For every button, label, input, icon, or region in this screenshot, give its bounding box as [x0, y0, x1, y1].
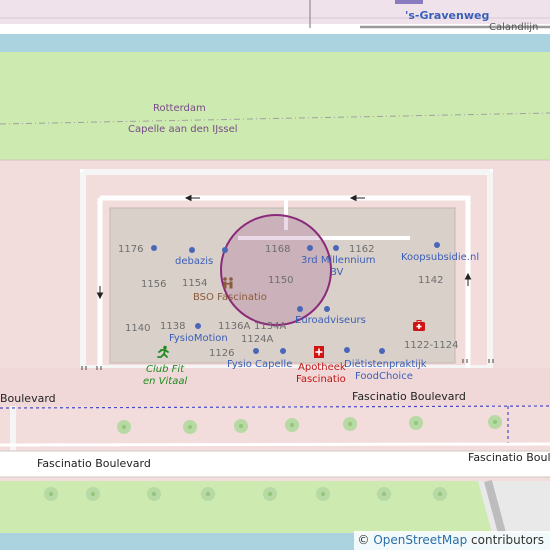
- tree: [263, 487, 277, 501]
- childcare-icon[interactable]: [221, 276, 235, 290]
- poi-label-en-vitaal[interactable]: en Vitaal: [143, 376, 187, 388]
- boundary-label-south: Capelle aan den IJssel: [128, 124, 238, 135]
- house-number: 1140: [125, 323, 151, 334]
- top-street: [0, 24, 550, 34]
- boundary-label-north: Rotterdam: [153, 103, 206, 114]
- house-number: 1150: [268, 275, 294, 286]
- poi-dot[interactable]: [151, 245, 157, 251]
- tree: [316, 487, 330, 501]
- tree: [201, 487, 215, 501]
- house-number: 1176: [118, 244, 144, 255]
- poi-dot[interactable]: [195, 323, 201, 329]
- poi-label-3rd-millennium[interactable]: 3rd Millennium: [301, 255, 375, 267]
- tree: [285, 418, 299, 432]
- poi-label-apotheek[interactable]: Apotheek: [298, 362, 346, 374]
- pharmacy-icon[interactable]: [312, 345, 326, 359]
- road-label-left: Fascinatio Boulevard: [37, 457, 151, 470]
- waterway-label: Calandlijn: [489, 22, 539, 33]
- top-street-label: 's-Gravenweg: [405, 9, 490, 22]
- poi-label-fysiomotion[interactable]: FysioMotion: [169, 333, 228, 345]
- attribution-link[interactable]: OpenStreetMap: [373, 533, 467, 547]
- tree: [147, 487, 161, 501]
- house-number: 1154: [182, 278, 208, 289]
- poi-dot[interactable]: [379, 348, 385, 354]
- tree: [377, 487, 391, 501]
- poi-label-club-fit[interactable]: Club Fit: [146, 364, 184, 376]
- poi-dot[interactable]: [434, 242, 440, 248]
- poi-label-bso-fascinatio[interactable]: BSO Fascinatio: [193, 292, 267, 304]
- copyright-symbol: ©: [357, 533, 370, 547]
- tree: [343, 417, 357, 431]
- poi-label-fysio-capelle[interactable]: Fysio Capelle: [227, 359, 292, 371]
- attribution-suffix: contributors: [467, 533, 544, 547]
- map-attribution: © OpenStreetMap contributors: [353, 531, 550, 550]
- tree: [117, 420, 131, 434]
- poi-dot[interactable]: [253, 348, 259, 354]
- tree: [86, 487, 100, 501]
- house-number: 1124A: [241, 334, 274, 345]
- tree: [183, 420, 197, 434]
- poi-label-debazis[interactable]: debazis: [175, 256, 213, 268]
- house-number: 1134A: [254, 321, 287, 332]
- poi-dot[interactable]: [307, 245, 313, 251]
- house-number: 1142: [418, 275, 444, 286]
- grass-band: [0, 52, 550, 160]
- house-number: 1136A: [218, 321, 251, 332]
- canal: [0, 34, 550, 52]
- house-number: 1156: [141, 279, 167, 290]
- poi-label-foodchoice[interactable]: FoodChoice: [355, 371, 413, 383]
- poi-label-dietistenpraktijk[interactable]: Diëtistenpraktijk: [344, 359, 427, 371]
- street-label-center: Fascinatio Boulevard: [352, 390, 466, 403]
- road-label-right: Fascinatio Boul: [468, 451, 550, 464]
- poi-dot[interactable]: [222, 247, 228, 253]
- map-canvas[interactable]: 's-Gravenweg Calandlijn Rotterdam Capell…: [0, 0, 550, 550]
- poi-label-euroadviseurs[interactable]: Euroadviseurs: [295, 315, 366, 327]
- tree: [234, 419, 248, 433]
- tree: [433, 487, 447, 501]
- tree: [409, 416, 423, 430]
- house-number: 1138: [160, 321, 186, 332]
- poi-dot[interactable]: [297, 306, 303, 312]
- poi-label-koopsubsidie[interactable]: Koopsubsidie.nl: [401, 252, 479, 264]
- poi-label-3rd-millennium-bv[interactable]: BV: [330, 267, 343, 279]
- poi-dot[interactable]: [324, 306, 330, 312]
- poi-dot[interactable]: [189, 247, 195, 253]
- tree: [488, 415, 502, 429]
- tree: [44, 487, 58, 501]
- house-number: 1168: [265, 244, 291, 255]
- poi-label-apotheek-fascinatio[interactable]: Fascinatio: [296, 374, 346, 386]
- poi-dot[interactable]: [280, 348, 286, 354]
- first-aid-icon[interactable]: [412, 319, 426, 333]
- house-number: 1122-1124: [404, 340, 459, 351]
- street-label-left: Boulevard: [0, 392, 56, 405]
- radius-circle: [220, 214, 332, 326]
- poi-dot[interactable]: [333, 245, 339, 251]
- fitness-icon[interactable]: [155, 345, 171, 361]
- poi-dot[interactable]: [344, 347, 350, 353]
